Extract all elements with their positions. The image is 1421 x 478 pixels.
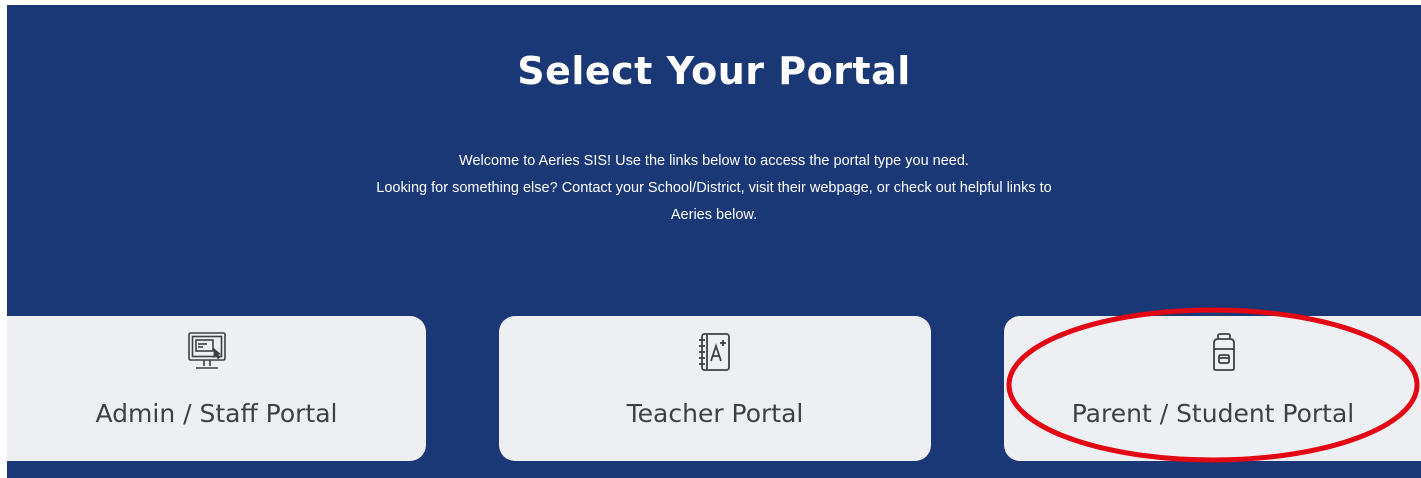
- page-title: Select Your Portal: [517, 49, 911, 93]
- intro-line: Looking for something else? Contact your…: [376, 180, 1052, 196]
- intro-text: Welcome to Aeries SIS! Use the links bel…: [7, 148, 1421, 229]
- portal-selection-panel: Select Your Portal Welcome to Aeries SIS…: [7, 5, 1421, 478]
- teacher-portal-button[interactable]: Teacher Portal: [499, 316, 931, 461]
- gradebook-icon: [693, 330, 737, 374]
- portal-label: Teacher Portal: [626, 399, 804, 428]
- parent-student-portal-button[interactable]: Parent / Student Portal: [1004, 316, 1421, 461]
- computer-monitor-icon: [185, 330, 229, 374]
- admin-staff-portal-button[interactable]: Admin / Staff Portal: [7, 316, 426, 461]
- backpack-icon: [1202, 330, 1246, 374]
- intro-line: Welcome to Aeries SIS! Use the links bel…: [459, 153, 969, 169]
- portal-label: Parent / Student Portal: [1071, 399, 1355, 428]
- portal-label: Admin / Staff Portal: [95, 399, 338, 428]
- intro-line: Aeries below.: [670, 207, 758, 223]
